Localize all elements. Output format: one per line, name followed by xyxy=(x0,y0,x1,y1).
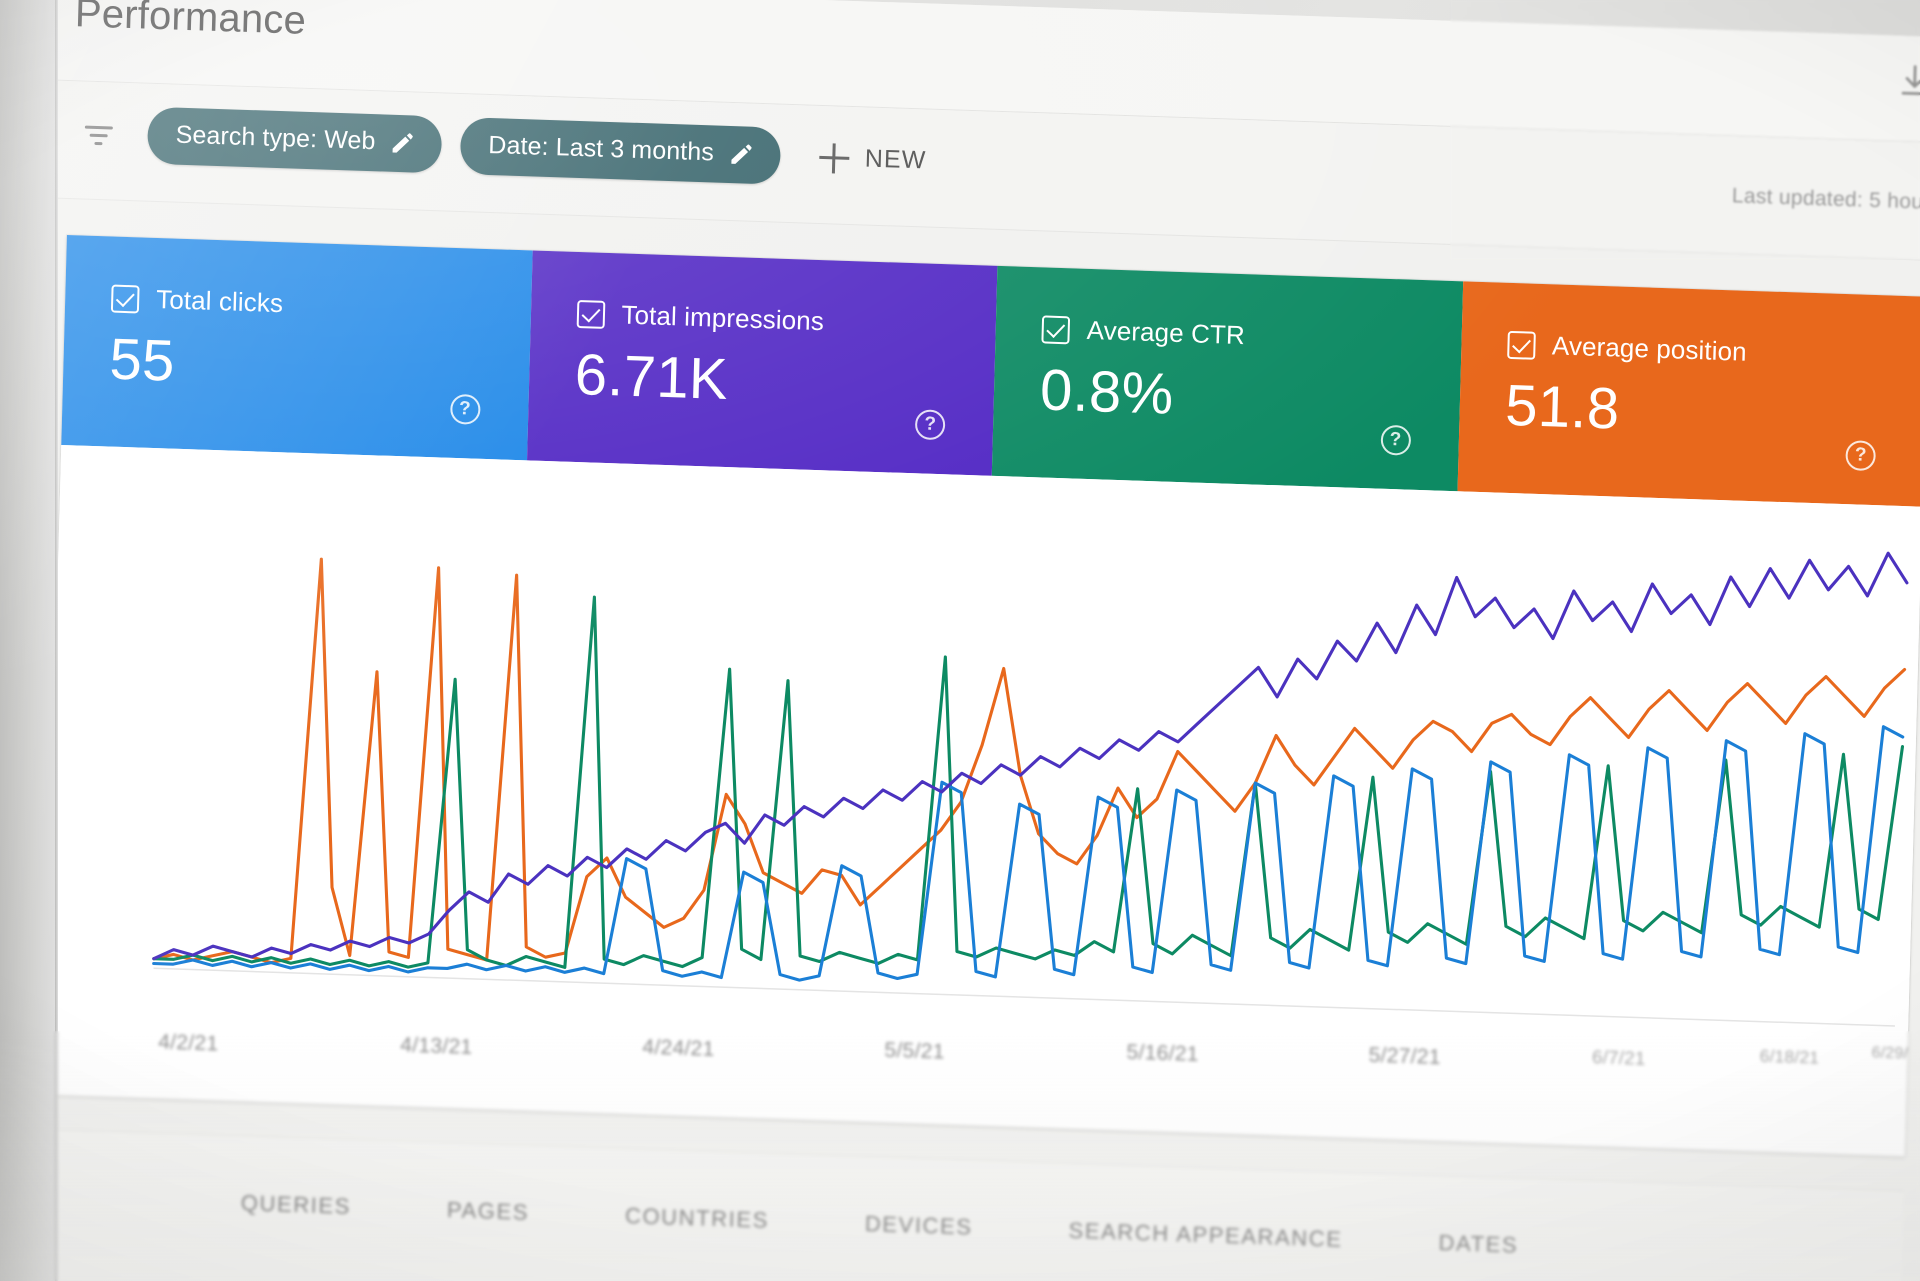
pencil-icon[interactable] xyxy=(389,129,416,156)
chart-x-tick: 5/27/21 xyxy=(1368,1043,1442,1070)
metric-tile-header: Total impressions xyxy=(576,298,996,343)
checkbox-checked-icon[interactable] xyxy=(110,284,140,313)
metric-tile-total-impressions[interactable]: Total impressions 6.71K ? xyxy=(526,250,998,476)
monitor-bezel xyxy=(0,0,58,1281)
metric-value: 0.8% xyxy=(1039,357,1175,427)
chart-plot-area xyxy=(47,463,1920,1027)
chart-x-tick: 5/16/21 xyxy=(1126,1040,1199,1067)
metric-label: Total impressions xyxy=(621,299,825,337)
filter-list-icon[interactable] xyxy=(81,125,116,156)
screenshot-photo: Performance Search type: Web Date: Last … xyxy=(0,0,1920,1281)
filter-chip-search-type[interactable]: Search type: Web xyxy=(146,106,443,174)
tab-dates[interactable]: DATES xyxy=(1438,1230,1518,1259)
help-icon[interactable]: ? xyxy=(914,409,946,441)
pencil-icon[interactable] xyxy=(728,140,755,167)
help-icon[interactable]: ? xyxy=(1845,440,1877,472)
tab-search-appearance[interactable]: SEARCH APPEARANCE xyxy=(1068,1218,1343,1253)
metric-label: Average position xyxy=(1551,330,1748,367)
filter-chip-group: Search type: Web Date: Last 3 months NEW xyxy=(146,106,937,190)
metric-tile-average-position[interactable]: Average position 51.8 ? xyxy=(1457,281,1920,507)
tab-pages[interactable]: PAGES xyxy=(447,1197,530,1226)
help-icon[interactable]: ? xyxy=(449,393,481,425)
filter-bar-2 xyxy=(89,133,108,138)
chart-x-tick: 5/5/21 xyxy=(884,1038,945,1064)
metric-tile-total-clicks[interactable]: Total clicks 55 ? xyxy=(61,235,533,461)
new-filter-button[interactable]: NEW xyxy=(808,134,937,184)
plus-icon xyxy=(818,142,849,173)
metric-value: 55 xyxy=(108,326,176,394)
metric-value: 51.8 xyxy=(1504,372,1621,442)
tab-devices[interactable]: DEVICES xyxy=(865,1211,973,1241)
chart-x-tick: 4/13/21 xyxy=(400,1033,473,1059)
chart-series-average-ctr xyxy=(154,496,1908,1016)
checkbox-checked-icon[interactable] xyxy=(1041,314,1071,344)
metric-tile-header: Total clicks xyxy=(110,283,531,328)
dimension-tab-strip: QUERIES PAGES COUNTRIES DEVICES SEARCH APPEA… xyxy=(38,1128,1904,1281)
metric-tile-header: Average position xyxy=(1506,329,1920,374)
chart-x-tick: 4/24/21 xyxy=(642,1035,715,1062)
app-screen: Performance Search type: Web Date: Last … xyxy=(3,0,1920,1281)
metric-tile-average-ctr[interactable]: Average CTR 0.8% ? xyxy=(991,265,1463,492)
chart-x-tick: 6/29/21 xyxy=(1871,1044,1920,1063)
filter-bar-3 xyxy=(94,141,103,146)
filter-chip-date[interactable]: Date: Last 3 months xyxy=(459,117,781,185)
new-filter-label: NEW xyxy=(864,144,927,175)
chart-x-tick: 6/7/21 xyxy=(1591,1045,1646,1069)
metric-value: 6.71K xyxy=(573,341,729,413)
checkbox-checked-icon[interactable] xyxy=(576,299,605,329)
last-updated-text: Last updated: 5 hour xyxy=(1731,184,1920,214)
chart-x-tick: 4/2/21 xyxy=(157,1030,219,1056)
metric-label: Total clicks xyxy=(155,284,284,319)
checkbox-checked-icon[interactable] xyxy=(1506,330,1536,360)
help-icon[interactable]: ? xyxy=(1379,424,1411,456)
chart-x-tick: 6/18/21 xyxy=(1759,1045,1820,1068)
download-icon[interactable] xyxy=(1897,62,1920,103)
tab-queries[interactable]: QUERIES xyxy=(240,1190,351,1220)
filter-chip-date-label: Date: Last 3 months xyxy=(488,130,715,167)
performance-card: Total clicks 55 ? Total impressions 6.71… xyxy=(43,235,1920,1157)
tab-countries[interactable]: COUNTRIES xyxy=(625,1203,770,1234)
page-title: Performance xyxy=(74,0,307,43)
metric-tile-header: Average CTR xyxy=(1041,313,1461,358)
performance-chart: 4/2/21 4/13/21 4/24/21 5/5/21 5/16/21 5/27/21… xyxy=(43,444,1920,1147)
filter-chip-search-type-label: Search type: Web xyxy=(175,120,376,156)
metric-label: Average CTR xyxy=(1086,314,1246,351)
dimension-tabs: QUERIES PAGES COUNTRIES DEVICES SEARCH APPEA… xyxy=(240,1190,1518,1258)
filter-bar-1 xyxy=(84,125,113,130)
